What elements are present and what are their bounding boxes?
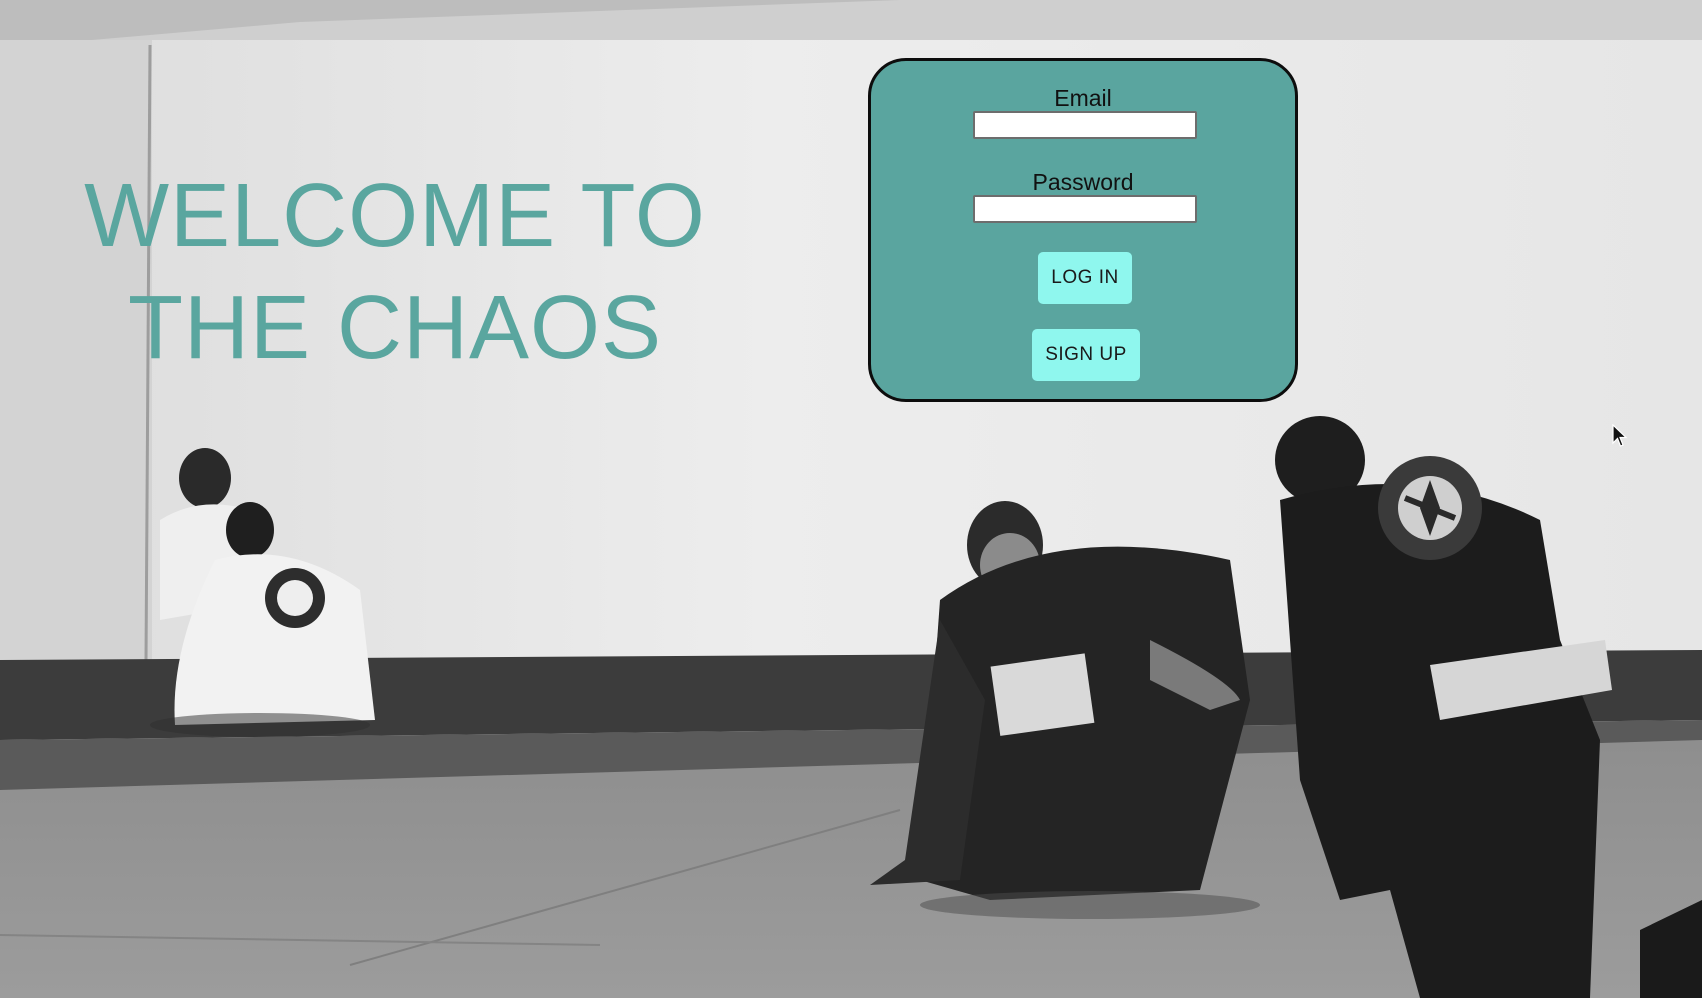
login-card: Email Password LOG IN SIGN UP xyxy=(868,58,1298,402)
hero-heading-line-2: THE CHAOS xyxy=(127,278,663,378)
signup-button[interactable]: SIGN UP xyxy=(1032,329,1140,381)
password-label: Password xyxy=(1032,169,1134,195)
hero-heading: WELCOME TO THE CHAOS xyxy=(60,160,730,384)
background-photo xyxy=(0,0,1702,998)
email-field[interactable] xyxy=(973,111,1197,139)
login-button[interactable]: LOG IN xyxy=(1038,252,1132,304)
hero-heading-line-1: WELCOME TO xyxy=(84,166,706,266)
email-label: Email xyxy=(1054,85,1112,111)
landing-page: WELCOME TO THE CHAOS Email Password LOG … xyxy=(0,0,1702,998)
mouse-pointer-icon xyxy=(1612,424,1628,447)
password-field[interactable] xyxy=(973,195,1197,223)
